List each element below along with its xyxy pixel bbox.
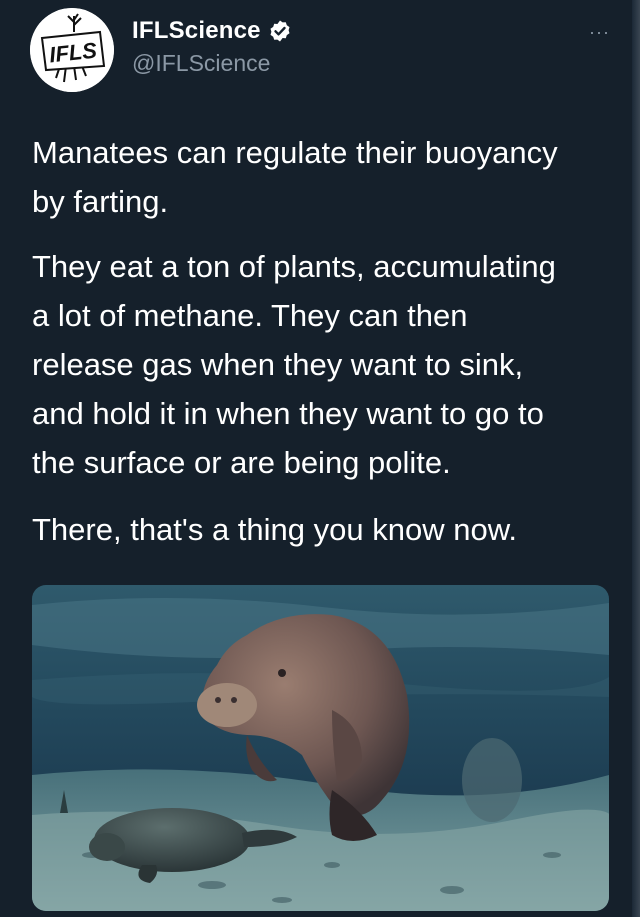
display-name[interactable]: IFLScience: [132, 17, 261, 45]
verified-badge-icon: [268, 19, 292, 43]
handle[interactable]: @IFLScience: [132, 50, 270, 77]
tweet-card: IFLS IFLScience @IFLScience ··· Manatees…: [0, 0, 640, 917]
name-row: IFLScience: [132, 17, 292, 45]
tweet-photo-manatees[interactable]: [32, 585, 609, 911]
tweet-paragraph-3: There, that's a thing you know now.: [32, 512, 517, 547]
more-options-icon[interactable]: ···: [589, 22, 610, 43]
window-edge: [632, 0, 640, 917]
tweet-paragraph-2: They eat a ton of plants, accumulating a…: [32, 249, 556, 480]
tweet-paragraph-1: Manatees can regulate their buoyancy by …: [32, 135, 558, 219]
avatar-logo-text: IFLS: [48, 38, 98, 68]
avatar[interactable]: IFLS: [30, 8, 114, 92]
